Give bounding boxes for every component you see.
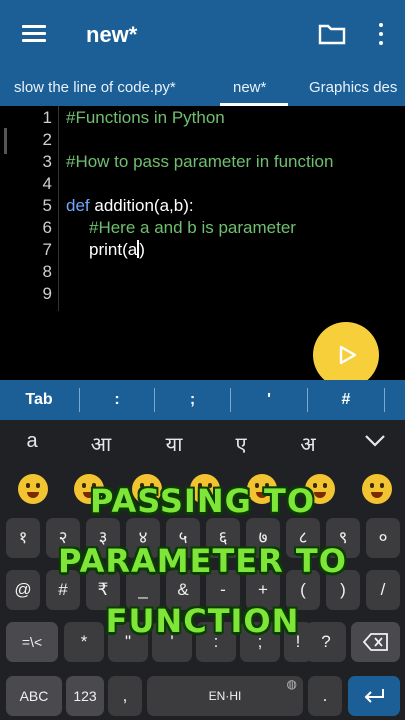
numbers-key[interactable]: 123 — [66, 676, 104, 716]
file-title: new* — [86, 22, 138, 47]
divider — [384, 388, 385, 412]
more-options-icon[interactable] — [374, 22, 388, 46]
run-button[interactable] — [313, 322, 379, 388]
symbol-bar: Tab : ; ' # — [0, 380, 405, 420]
hamburger-menu-icon[interactable] — [22, 25, 46, 43]
code-line-5: def addition(a,b): — [66, 196, 194, 216]
folder-icon[interactable] — [318, 23, 346, 45]
symbol-semicolon-key[interactable]: ; — [155, 380, 230, 420]
enter-key[interactable] — [348, 676, 400, 716]
symbol-hash-key[interactable]: # — [308, 380, 384, 420]
line-number: 6 — [42, 218, 52, 237]
line-number: 2 — [42, 130, 52, 149]
print-argument: a — [127, 240, 138, 259]
code-line-1: #Functions in Python — [66, 108, 225, 127]
file-tabs: slow the line of code.py* new* Graphics … — [0, 68, 405, 106]
overlay-caption-line-2: PARAMETER TO — [58, 542, 347, 580]
line-number: 3 — [42, 152, 52, 171]
code-line-6: #Here a and b is parameter — [89, 218, 296, 237]
tab-file-new[interactable]: new* — [233, 79, 266, 96]
overlay-caption-line-3: FUNCTION — [105, 602, 300, 640]
print-call: print( — [89, 240, 128, 259]
suggestion[interactable]: या — [149, 430, 199, 457]
overlay-caption-line-1: PASSING TO — [89, 482, 316, 520]
app-bar: new* — [0, 0, 405, 68]
play-icon — [339, 345, 357, 365]
suggestion[interactable]: आ — [76, 430, 126, 457]
function-signature: addition(a,b): — [89, 196, 194, 215]
period-key[interactable]: . — [308, 676, 342, 716]
gutter-divider — [58, 106, 59, 311]
suggestion[interactable]: ए — [216, 430, 266, 457]
print-close-paren: ) — [139, 240, 145, 259]
symbol-colon-key[interactable]: : — [80, 380, 154, 420]
tab-file-graphics[interactable]: Graphics des — [309, 79, 397, 96]
line-number: 9 — [42, 284, 52, 303]
enter-icon — [364, 689, 384, 703]
space-key[interactable]: EN·HI ◍ — [147, 676, 303, 716]
line-number: 8 — [42, 262, 52, 281]
line-number: 1 — [42, 108, 52, 127]
suggestion[interactable]: a — [7, 430, 57, 453]
code-line-7: print(a) — [89, 240, 145, 260]
line-number: 5 — [42, 196, 52, 215]
line-number: 4 — [42, 174, 52, 193]
symbol-tab-key[interactable]: Tab — [10, 380, 68, 420]
language-label: EN·HI — [208, 689, 242, 703]
line-number: 7 — [42, 240, 52, 259]
def-keyword: def — [66, 196, 90, 215]
comma-key[interactable]: , — [108, 676, 142, 716]
code-line-3: #How to pass parameter in function — [66, 152, 334, 171]
suggestion[interactable]: अ — [283, 430, 333, 457]
symbol-quote-key[interactable]: ' — [231, 380, 307, 420]
abc-key[interactable]: ABC — [6, 676, 62, 716]
globe-icon: ◍ — [286, 677, 297, 691]
tab-file-slow-the-line[interactable]: slow the line of code.py* — [14, 79, 176, 96]
chevron-down-icon[interactable] — [364, 434, 386, 448]
scroll-indicator[interactable] — [4, 128, 7, 154]
